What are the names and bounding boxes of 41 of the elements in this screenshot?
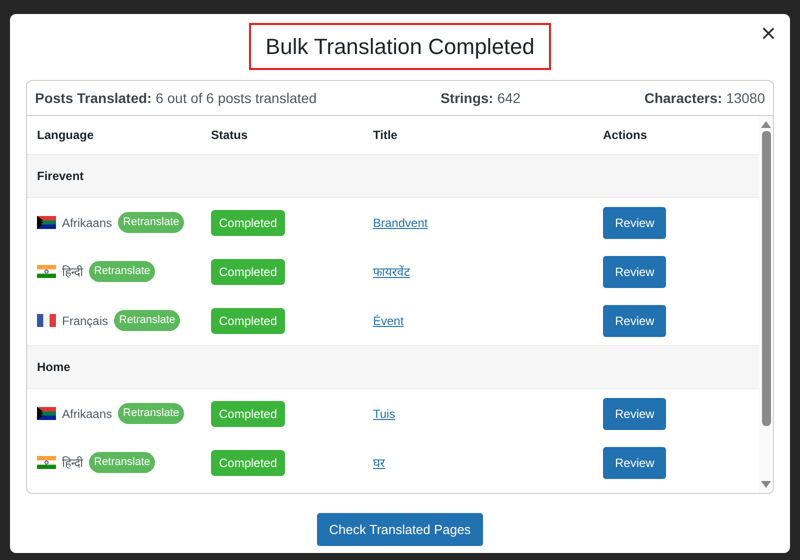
status-badge: Completed	[211, 400, 286, 426]
review-button[interactable]: Review	[603, 206, 666, 238]
flag-icon	[37, 265, 56, 278]
title-link[interactable]: Tuis	[373, 406, 396, 420]
column-header: Status	[211, 127, 249, 144]
title-link[interactable]: फायरवेंट	[373, 264, 410, 278]
language-name: Afrikaans	[62, 406, 112, 422]
group-name: Home	[37, 359, 70, 376]
summary-stat: Characters: 13080	[644, 88, 765, 108]
review-button[interactable]: Review	[603, 304, 666, 336]
scroll-down-icon[interactable]	[761, 481, 771, 489]
summary-stat: Strings: 642	[440, 88, 521, 108]
scrollbar[interactable]	[759, 116, 773, 493]
close-button[interactable]: ×	[760, 20, 776, 46]
title-link[interactable]: घर	[373, 456, 385, 470]
flag-icon	[37, 407, 56, 420]
check-translated-pages-button[interactable]: Check Translated Pages	[317, 513, 483, 546]
review-button[interactable]: Review	[603, 256, 666, 288]
review-button[interactable]: Review	[603, 398, 666, 430]
flag-icon	[37, 314, 56, 327]
language-name: Français	[62, 312, 108, 330]
flag-icon	[37, 456, 56, 469]
status-badge: Completed	[211, 308, 286, 334]
language-name: Afrikaans	[62, 214, 112, 232]
dialog-title: Bulk Translation Completed	[249, 23, 551, 70]
flag-icon	[37, 216, 56, 229]
review-button[interactable]: Review	[603, 446, 666, 478]
status-badge: Completed	[211, 210, 286, 236]
scroll-thumb[interactable]	[762, 131, 770, 426]
status-badge: Completed	[211, 258, 286, 284]
language-name: हिन्दी	[62, 264, 83, 280]
group-name: Firevent	[37, 168, 84, 185]
status-badge: Completed	[211, 450, 286, 476]
scroll-up-icon[interactable]	[761, 120, 771, 128]
title-link[interactable]: Brandvent	[373, 216, 428, 230]
language-name: हिन्दी	[62, 454, 83, 472]
title-link[interactable]: Évent	[373, 314, 404, 328]
summary-stat: Posts Translated: 6 out of 6 posts translated	[35, 88, 317, 108]
column-header: Actions	[603, 127, 648, 144]
column-header: Language	[37, 127, 95, 144]
column-header: Title	[373, 127, 398, 144]
